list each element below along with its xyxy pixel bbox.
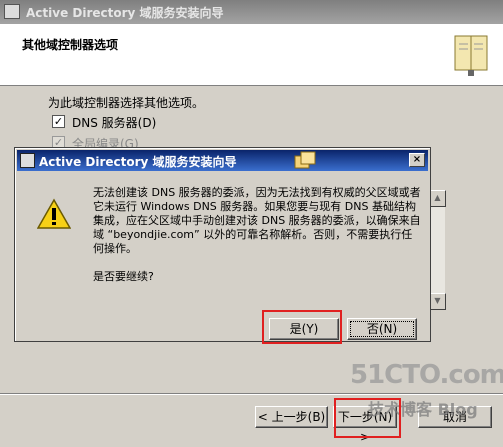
dns-server-label: DNS 服务器(D): [72, 116, 157, 130]
wizard-header: 其他域控制器选项: [0, 24, 503, 86]
folder-icon: [294, 151, 316, 169]
dialog-close-button[interactable]: ×: [409, 153, 425, 167]
dialog-titlebar: Active Directory 域服务安装向导 ×: [17, 150, 428, 171]
next-button[interactable]: 下一步(N) >: [333, 406, 397, 444]
wizard-title: Active Directory 域服务安装向导: [26, 6, 224, 20]
dialog-window-icon: [20, 153, 35, 168]
warning-icon: [37, 198, 71, 229]
yes-button[interactable]: 是(Y): [269, 318, 339, 340]
cancel-button[interactable]: 取消: [418, 406, 492, 428]
book-icon: [454, 35, 488, 76]
dialog-question: 是否要继续?: [93, 270, 154, 283]
wizard-titlebar: Active Directory 域服务安装向导: [0, 0, 503, 24]
no-button[interactable]: 否(N): [347, 318, 417, 340]
scroll-down-button[interactable]: ▼: [429, 293, 446, 310]
dns-server-checkbox[interactable]: ✓: [52, 115, 65, 128]
dialog-message: 无法创建该 DNS 服务器的委派，因为无法找到有权威的父区域或者它未运行 Win…: [93, 186, 421, 255]
footer-divider: [0, 393, 503, 395]
dns-delegation-dialog: Active Directory 域服务安装向导 × 无法创建该 DNS 服务器…: [14, 147, 431, 342]
watermark-site: 51CTO.com: [350, 360, 503, 390]
wizard-page-title: 其他域控制器选项: [22, 38, 119, 52]
back-button[interactable]: < 上一步(B): [255, 406, 328, 428]
options-prompt: 为此域控制器选择其他选项。: [48, 96, 205, 110]
dialog-title: Active Directory 域服务安装向导: [39, 155, 237, 169]
window-icon: [4, 4, 20, 19]
scroll-up-button[interactable]: ▲: [429, 190, 446, 207]
